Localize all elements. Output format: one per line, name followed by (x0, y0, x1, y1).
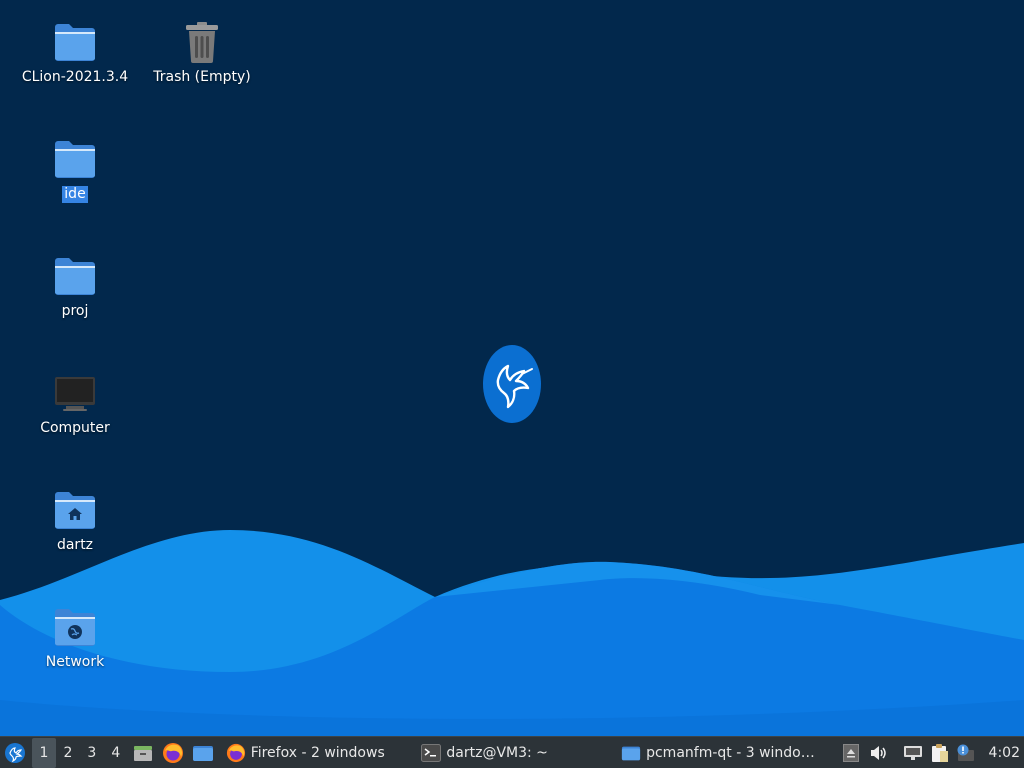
desktop-icon-label: CLion-2021.3.4 (21, 69, 129, 85)
task-pcmanfm[interactable]: pcmanfm-qt - 3 windo… (617, 738, 831, 768)
task-title: pcmanfm-qt - 3 windo… (646, 744, 815, 761)
firefox-icon (226, 743, 245, 762)
folder-icon (53, 20, 97, 64)
desktop-icon-label: Network (45, 654, 105, 670)
desktop-icon-label: ide (62, 186, 88, 203)
folder-icon (53, 137, 97, 181)
task-firefox[interactable]: Firefox - 2 windows (222, 738, 418, 768)
lubuntu-menu-icon (4, 742, 25, 763)
desktop-icon-proj[interactable]: proj (20, 254, 130, 320)
desktop-switch-3[interactable]: 3 (80, 738, 104, 768)
desktop-switch-2[interactable]: 2 (56, 738, 80, 768)
task-terminal[interactable]: dartz@VM3: ~ (417, 738, 617, 768)
desktop-icon-trash[interactable]: Trash (Empty) (147, 20, 257, 86)
desktop-icon-label: Trash (Empty) (153, 69, 251, 85)
network-icon (903, 745, 922, 760)
desktop-icon-label: dartz (56, 537, 94, 553)
volume-icon (870, 745, 886, 760)
firefox-icon (162, 742, 183, 763)
network-folder-icon (53, 605, 97, 649)
show-desktop-button[interactable] (128, 738, 158, 768)
show-desktop-icon (133, 745, 152, 761)
volume-button[interactable] (865, 738, 893, 768)
update-notifier-button[interactable] (953, 738, 979, 768)
desktop-icon-network[interactable]: Network (20, 605, 130, 671)
trash-icon (180, 20, 224, 64)
network-button[interactable] (899, 738, 927, 768)
terminal-icon (421, 743, 442, 762)
start-menu-button[interactable] (0, 738, 30, 768)
update-notifier-icon (957, 744, 974, 761)
clock[interactable]: 4:02 (979, 745, 1024, 761)
lubuntu-logo (482, 344, 542, 424)
taskbar: 1 2 3 4 Firefox - 2 windows dartz@VM3: ~… (0, 736, 1024, 768)
folder-icon (53, 254, 97, 298)
desktop-icon-dartz[interactable]: dartz (20, 488, 130, 554)
desktop-icon-label: proj (61, 303, 89, 319)
desktop-switch-1[interactable]: 1 (31, 737, 56, 768)
task-title: dartz@VM3: ~ (446, 744, 548, 761)
desktop-icon-clion[interactable]: CLion-2021.3.4 (20, 20, 130, 86)
firefox-launcher[interactable] (158, 738, 188, 768)
desktop-icon-computer[interactable]: Computer (20, 371, 130, 437)
home-folder-icon (53, 488, 97, 532)
file-manager-launcher[interactable] (188, 738, 218, 768)
computer-icon (53, 371, 97, 415)
desktop-icon-label: Computer (40, 420, 110, 436)
folder-icon (622, 746, 641, 760)
desktop-switch-4[interactable]: 4 (104, 738, 128, 768)
clipboard-icon (931, 743, 948, 762)
clipboard-button[interactable] (927, 738, 953, 768)
desktop-icon-ide[interactable]: ide (20, 137, 130, 203)
eject-button[interactable] (837, 738, 865, 768)
task-title: Firefox - 2 windows (250, 744, 385, 761)
file-manager-icon (192, 745, 213, 761)
eject-icon (842, 743, 859, 762)
